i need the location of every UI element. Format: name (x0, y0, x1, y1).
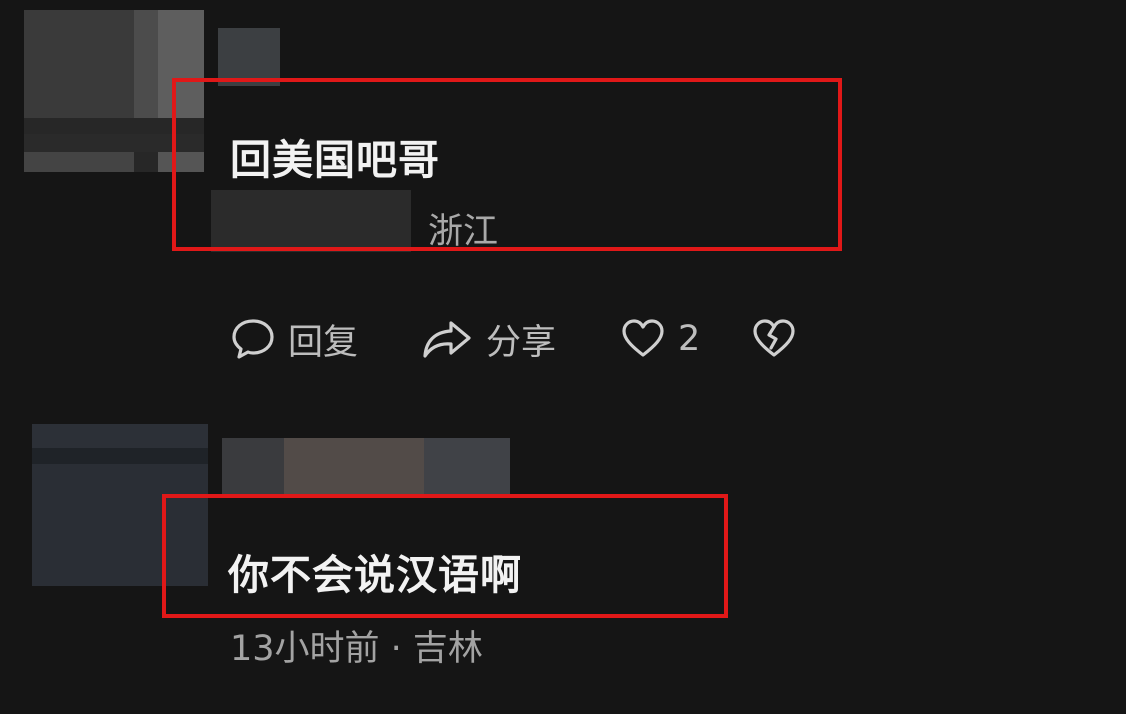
reply-label: 回复 (288, 322, 359, 363)
heart-outline-icon (620, 316, 666, 362)
speech-bubble-icon (230, 316, 276, 362)
comment-meta: 13小时前 · 吉林 (230, 629, 483, 669)
highlight-box (162, 494, 728, 618)
dislike-button[interactable] (750, 314, 798, 364)
broken-heart-icon (750, 316, 798, 362)
share-label: 分享 (486, 322, 557, 363)
share-arrow-icon (420, 316, 474, 362)
reply-button[interactable]: 回复 (230, 314, 358, 364)
commenter-name-pixelated[interactable] (222, 438, 510, 496)
share-button[interactable]: 分享 (420, 314, 556, 364)
like-count: 2 (678, 319, 701, 359)
highlight-box (172, 78, 842, 251)
like-button[interactable]: 2 (620, 314, 700, 364)
